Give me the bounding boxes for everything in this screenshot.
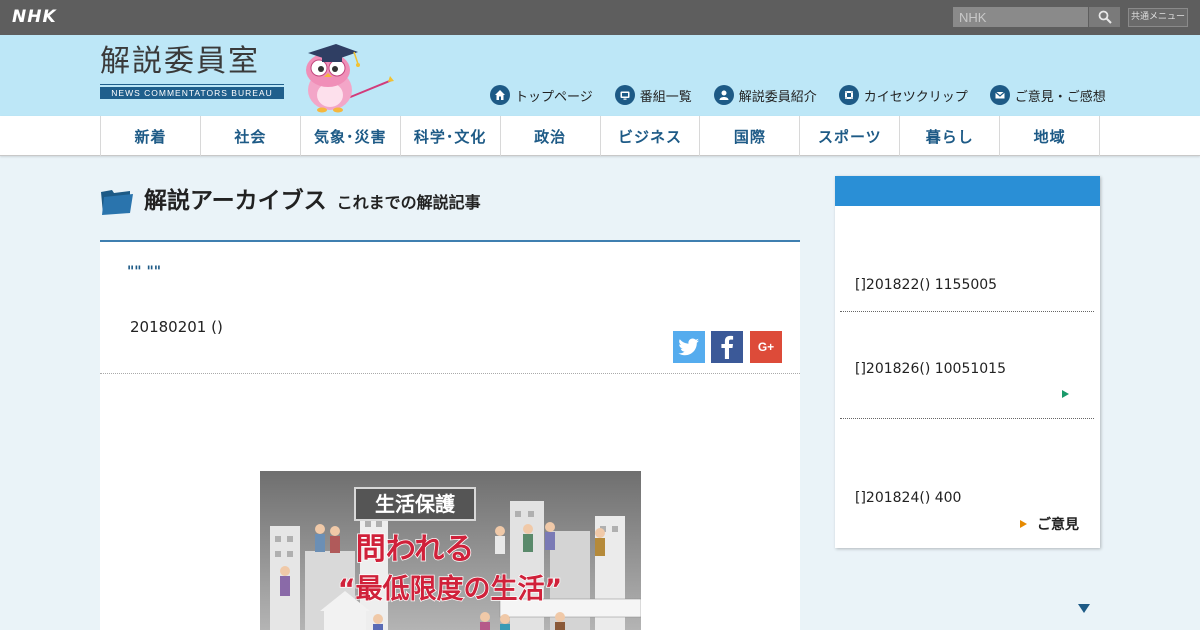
archive-heading: 解説アーカイブス これまでの解説記事: [100, 186, 481, 216]
sidebar-item[interactable]: []201824() 400: [855, 490, 961, 506]
category-region[interactable]: 地域: [1000, 116, 1101, 156]
scroll-down-icon[interactable]: [1078, 604, 1090, 613]
sidebar-divider: [840, 418, 1094, 419]
opinion-label: ご意見: [1037, 517, 1079, 533]
nav-label: カイセツクリップ: [863, 89, 968, 105]
category-politics[interactable]: 政治: [501, 116, 601, 156]
facebook-share-button[interactable]: [711, 331, 743, 363]
google-plus-icon: G+: [757, 340, 775, 354]
site-title[interactable]: 解説委員室: [100, 45, 260, 79]
film-icon: [838, 85, 859, 105]
nav-label: 解説委員紹介: [738, 89, 817, 105]
nav-opinions[interactable]: ご意見・ご感想: [989, 85, 1106, 105]
nav-label: ご意見・ご感想: [1014, 89, 1106, 105]
category-international[interactable]: 国際: [700, 116, 801, 156]
nav-label: 番組一覧: [639, 89, 692, 105]
person-icon: [713, 85, 734, 105]
folder-icon: [101, 190, 133, 215]
category-business[interactable]: ビジネス: [601, 116, 701, 156]
archive-subtitle: これまでの解説記事: [336, 193, 481, 212]
header-nav: トップページ 番組一覧 解説委員紹介 カイセツクリップ ご意見・ご感想: [490, 85, 1106, 105]
nav-program-list[interactable]: 番組一覧: [614, 85, 692, 105]
category-list: 新着 社会 気象･災害 科学･文化 政治 ビジネス 国際 スポーツ 暮らし 地域: [100, 116, 1101, 156]
twitter-icon: [678, 338, 699, 356]
owl-mascot-illustration: [306, 44, 394, 113]
image-tag-text: 生活保護: [375, 492, 456, 516]
nav-kaisetsu-clip[interactable]: カイセツクリップ: [838, 85, 968, 105]
search-input[interactable]: [953, 7, 1088, 27]
play-arrow-icon[interactable]: [1062, 390, 1069, 398]
tv-icon: [614, 85, 635, 105]
archive-title: 解説アーカイブス: [144, 188, 327, 214]
orange-arrow-icon: [1020, 520, 1027, 528]
search-icon: [1098, 10, 1112, 24]
sidebar-header: [835, 176, 1100, 206]
article-divider: [100, 373, 800, 374]
category-new[interactable]: 新着: [101, 116, 201, 156]
sidebar-panel: []201822() 1155005 []201826() 10051015 […: [835, 176, 1100, 548]
sidebar-opinion-link[interactable]: ご意見: [1020, 514, 1079, 534]
nav-label: トップページ: [515, 89, 593, 105]
nhk-logo[interactable]: NHK: [12, 7, 57, 27]
category-society[interactable]: 社会: [201, 116, 301, 156]
search-button[interactable]: [1089, 7, 1120, 27]
category-sports[interactable]: スポーツ: [800, 116, 901, 156]
nav-top-page[interactable]: トップページ: [490, 85, 593, 105]
sidebar-item[interactable]: []201826() 10051015: [855, 361, 1006, 377]
global-topbar: NHK 共通メニュー: [0, 0, 1200, 35]
common-menu-button[interactable]: 共通メニュー: [1128, 8, 1188, 27]
site-subtitle: NEWS COMMENTATORS BUREAU: [100, 85, 284, 99]
image-headline-2: “最低限度の生活”: [338, 573, 563, 605]
home-icon: [490, 85, 510, 105]
article-title: "" "": [127, 264, 162, 280]
category-life[interactable]: 暮らし: [900, 116, 1001, 156]
article-card: "" "" 20180201 () G+ 生活保護 問われる “最低限度の生活”: [100, 242, 800, 630]
article-date: 20180201 (): [130, 318, 223, 336]
facebook-icon: [721, 335, 734, 359]
mail-icon: [989, 85, 1010, 105]
twitter-share-button[interactable]: [673, 331, 705, 363]
category-weather-disaster[interactable]: 気象･災害: [301, 116, 401, 156]
image-headline-1: 問われる: [356, 532, 475, 567]
site-header: 解説委員室 NEWS COMMENTATORS BUREAU トップページ 番組…: [0, 35, 1200, 116]
google-plus-share-button[interactable]: G+: [750, 331, 782, 363]
sidebar-item[interactable]: []201822() 1155005: [855, 277, 997, 293]
sidebar-divider: [840, 311, 1094, 312]
article-image: 生活保護 問われる “最低限度の生活”: [260, 471, 641, 630]
nav-commentators[interactable]: 解説委員紹介: [713, 85, 817, 105]
category-science-culture[interactable]: 科学･文化: [401, 116, 501, 156]
category-nav: 新着 社会 気象･災害 科学･文化 政治 ビジネス 国際 スポーツ 暮らし 地域: [0, 116, 1200, 156]
